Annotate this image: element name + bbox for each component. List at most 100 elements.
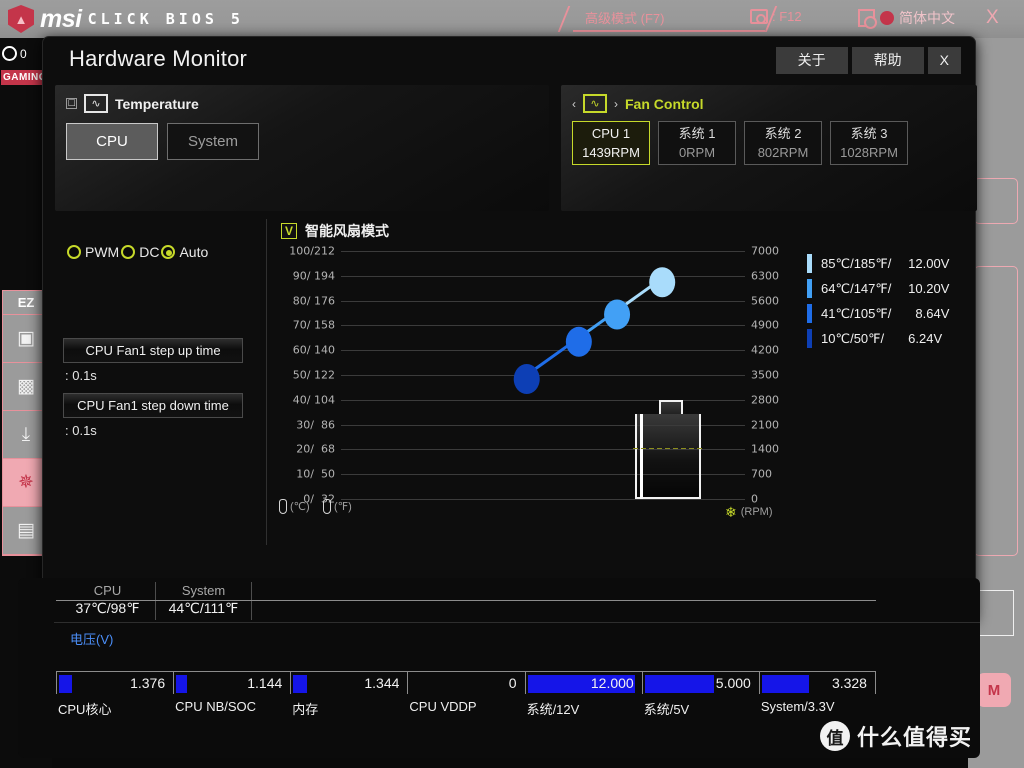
fan-button-cpu1[interactable]: CPU 1 1439RPM bbox=[572, 121, 650, 165]
right-panel-card-1 bbox=[974, 178, 1018, 224]
rpm-tick: 4900 bbox=[751, 319, 779, 332]
tab-cpu[interactable]: CPU bbox=[66, 123, 158, 160]
temperature-panel-header: ☐ ∿ Temperature bbox=[55, 85, 549, 113]
curve-point-handle[interactable] bbox=[649, 267, 675, 297]
temp-tick: 80/ 176 bbox=[293, 294, 335, 307]
voltage-cell: 1.376CPU核心 bbox=[56, 671, 173, 727]
search-icon[interactable] bbox=[858, 9, 875, 27]
msi-logo: ▲ msi CLICK BIOS 5 bbox=[8, 4, 244, 34]
language-selector[interactable]: 简体中文 bbox=[858, 8, 955, 28]
fan-control-panel: ‹ ∿ › Fan Control CPU 1 1439RPM 系统 1 0RP… bbox=[561, 85, 977, 211]
step-down-time-value: : 0.1s bbox=[63, 418, 266, 438]
fan-curve-icon: ∿ bbox=[583, 94, 607, 113]
chart-legend: 85℃/185℉/12.00V 64℃/147℉/10.20V 41℃/105℉… bbox=[807, 251, 987, 351]
fan-control-panel-title: Fan Control bbox=[625, 96, 704, 112]
dialog-body: PWM DC Auto CPU Fan1 step up time : 0.1s… bbox=[55, 219, 963, 549]
voltage-cell: 1.144CPU NB/SOC bbox=[173, 671, 290, 727]
voltage-value: 12.000 bbox=[591, 674, 634, 693]
radio-label: PWM bbox=[85, 244, 119, 260]
panels-row: ☐ ∿ Temperature CPU System ‹ ∿ › Fan Con… bbox=[55, 85, 963, 211]
fan-curve-chart: V 智能风扇模式 100/21290/ 19480/ 17670/ 15860/… bbox=[279, 219, 963, 545]
bios-top-bar: ▲ msi CLICK BIOS 5 高级模式 (F7) : F12 简体中文 … bbox=[0, 0, 1024, 38]
voltage-section-header: 电压(V) bbox=[54, 622, 980, 649]
watermark: 值 什么值得买 bbox=[820, 720, 972, 752]
voltage-baseline bbox=[56, 600, 876, 601]
fan-control-panel-header: ‹ ∿ › Fan Control bbox=[561, 85, 977, 113]
voltage-bar-track: 1.344 bbox=[290, 671, 407, 694]
dialog-button-group: 关于 帮助 X bbox=[776, 47, 961, 74]
right-panel-card-3 bbox=[974, 590, 1014, 636]
temp-tick: 50/ 122 bbox=[293, 369, 335, 382]
legend-item: 41℃/105℉/8.64V bbox=[807, 301, 987, 326]
voltage-bar-fill bbox=[59, 675, 72, 693]
fan-name: 系统 1 bbox=[659, 125, 735, 143]
camera-icon bbox=[750, 9, 768, 24]
voltage-cell: 0CPU VDDP bbox=[407, 671, 524, 727]
plot-wrapper: 100/21290/ 19480/ 17670/ 15860/ 14050/ 1… bbox=[279, 251, 963, 519]
status-key: CPU bbox=[60, 582, 155, 599]
radio-auto[interactable]: Auto bbox=[161, 244, 208, 260]
screenshot-hotkey-label: : F12 bbox=[772, 9, 802, 24]
chevron-left-icon[interactable]: ‹ bbox=[572, 97, 576, 111]
voltage-bar-fill bbox=[645, 675, 714, 693]
memory-icon: ▩ bbox=[17, 377, 35, 396]
fan-rpm: 1028RPM bbox=[831, 143, 907, 162]
language-label: 简体中文 bbox=[899, 8, 955, 28]
status-cpu-temp: CPU 37℃/98℉ bbox=[60, 582, 156, 620]
screenshot-hotkey[interactable]: : F12 bbox=[750, 9, 802, 24]
fan-button-sys1[interactable]: 系统 1 0RPM bbox=[658, 121, 736, 165]
chevron-right-icon[interactable]: › bbox=[614, 97, 618, 111]
voltage-value: 5.000 bbox=[716, 674, 751, 693]
legend-text: 41℃/105℉/8.64V bbox=[821, 306, 949, 322]
celsius-label: (℃) bbox=[290, 500, 310, 513]
fan-settings-column: PWM DC Auto CPU Fan1 step up time : 0.1s… bbox=[55, 219, 267, 545]
watermark-mark: 值 bbox=[820, 721, 850, 751]
voltage-cell: 12.000系统/12V bbox=[525, 671, 642, 727]
step-time-block: CPU Fan1 step up time : 0.1s CPU Fan1 st… bbox=[55, 338, 266, 438]
temperature-panel-title: Temperature bbox=[115, 96, 199, 112]
status-key: System bbox=[156, 582, 251, 599]
rpm-tick: 2800 bbox=[751, 393, 779, 406]
curve-point-handle[interactable] bbox=[604, 300, 630, 330]
bios-close-icon[interactable]: X bbox=[986, 8, 999, 28]
fan-name: 系统 2 bbox=[745, 125, 821, 143]
about-button[interactable]: 关于 bbox=[776, 47, 848, 74]
curve-point-handle[interactable] bbox=[566, 327, 592, 357]
voltage-bar-track: 5.000 bbox=[642, 671, 759, 694]
voltage-value: 3.328 bbox=[832, 674, 867, 693]
voltage-bar-track: 3.328 bbox=[759, 671, 876, 694]
brand-name: msi bbox=[40, 5, 82, 33]
advanced-mode-label: 高级模式 (F7) bbox=[585, 8, 664, 27]
rpm-tick: 700 bbox=[751, 468, 772, 481]
waveform-icon: ∿ bbox=[84, 94, 108, 113]
radio-pwm[interactable]: PWM bbox=[67, 244, 119, 260]
fan-button-sys2[interactable]: 系统 2 802RPM bbox=[744, 121, 822, 165]
fan-icon: ✵ bbox=[18, 473, 34, 492]
step-up-time-button[interactable]: CPU Fan1 step up time bbox=[63, 338, 243, 363]
temperature-tabs: CPU System bbox=[55, 113, 549, 160]
curve-point-handle[interactable] bbox=[514, 364, 540, 394]
radio-dc[interactable]: DC bbox=[121, 244, 159, 260]
voltage-bar-track: 1.144 bbox=[173, 671, 290, 694]
close-button[interactable]: X bbox=[928, 47, 961, 74]
radio-dot-icon bbox=[161, 245, 175, 259]
smart-fan-mode-checkbox[interactable]: V bbox=[281, 223, 297, 239]
monitor-icon: ▣ bbox=[17, 329, 35, 348]
collapse-box-icon[interactable]: ☐ bbox=[66, 98, 77, 109]
voltage-bar-track: 12.000 bbox=[525, 671, 642, 694]
step-down-time-button[interactable]: CPU Fan1 step down time bbox=[63, 393, 243, 418]
tab-system[interactable]: System bbox=[167, 123, 259, 160]
rpm-tick: 6300 bbox=[751, 269, 779, 282]
voltage-bar-fill bbox=[176, 675, 187, 693]
help-button[interactable]: 帮助 bbox=[852, 47, 924, 74]
msi-dragon-icon: ▲ bbox=[8, 5, 34, 33]
status-strip: CPU 37℃/98℉ System 44℃/111℉ 电压(V) 1.376C… bbox=[18, 578, 980, 758]
fan-rpm: 802RPM bbox=[745, 143, 821, 162]
fan-button-sys3[interactable]: 系统 3 1028RPM bbox=[830, 121, 908, 165]
fahrenheit-label: (℉) bbox=[334, 500, 352, 513]
voltage-bar-fill bbox=[762, 675, 809, 693]
status-system-temp: System 44℃/111℉ bbox=[156, 582, 252, 620]
plot-canvas[interactable] bbox=[341, 251, 745, 499]
radio-dot-icon bbox=[121, 245, 135, 259]
product-name: CLICK BIOS 5 bbox=[88, 4, 244, 34]
